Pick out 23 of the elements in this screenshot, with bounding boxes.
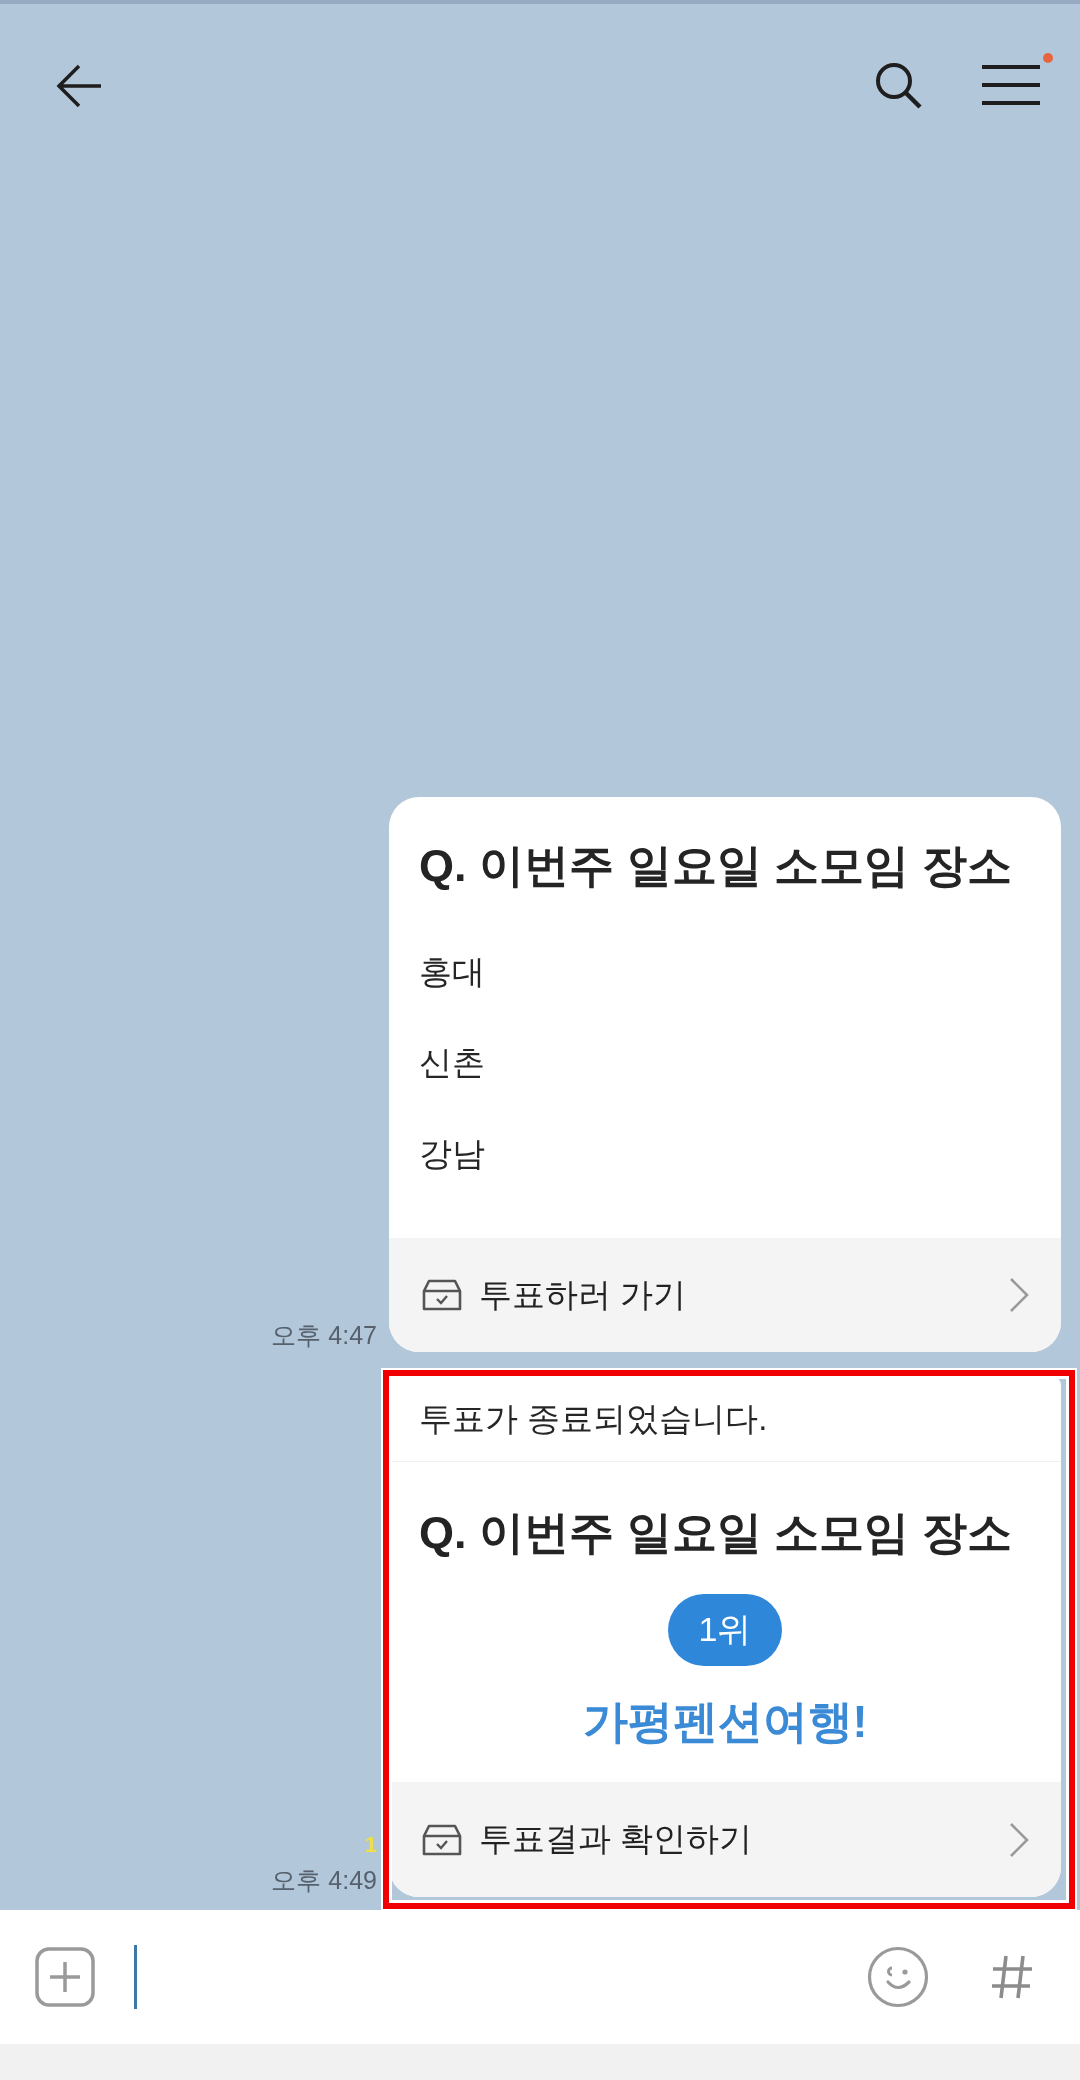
poll-ended-notice: 투표가 종료되었습니다.: [389, 1377, 1061, 1462]
message-time: 오후 4:49: [271, 1865, 377, 1895]
poll-question: Q. 이번주 일요일 소모임 장소: [418, 1506, 1013, 1560]
smiley-icon[interactable]: [867, 1946, 929, 2008]
view-results-button[interactable]: 투표결과 확인하기: [389, 1782, 1061, 1897]
poll-option: 신촌: [419, 1017, 1031, 1108]
poll-option: 홍대: [419, 926, 1031, 1017]
search-icon[interactable]: [874, 61, 922, 109]
plus-square-icon[interactable]: [35, 1947, 95, 2007]
vote-button[interactable]: 투표하러 가기: [389, 1238, 1061, 1352]
unread-count: 1: [364, 1831, 377, 1859]
chevron-right-icon: [1009, 1277, 1029, 1313]
winning-option: 가평펜션여행!: [389, 1692, 1061, 1782]
message-time: 오후 4:47: [271, 1320, 377, 1350]
back-arrow-icon[interactable]: [56, 64, 102, 108]
ballot-box-icon: [422, 1823, 462, 1856]
poll-option: 강남: [419, 1108, 1031, 1199]
ballot-box-icon: [422, 1279, 462, 1311]
poll-question: Q. 이번주 일요일 소모임 장소: [418, 839, 1013, 893]
menu-icon[interactable]: [982, 64, 1040, 106]
chevron-right-icon: [1009, 1821, 1029, 1858]
hash-icon[interactable]: [991, 1954, 1033, 2000]
rank-badge: 1위: [668, 1594, 782, 1666]
